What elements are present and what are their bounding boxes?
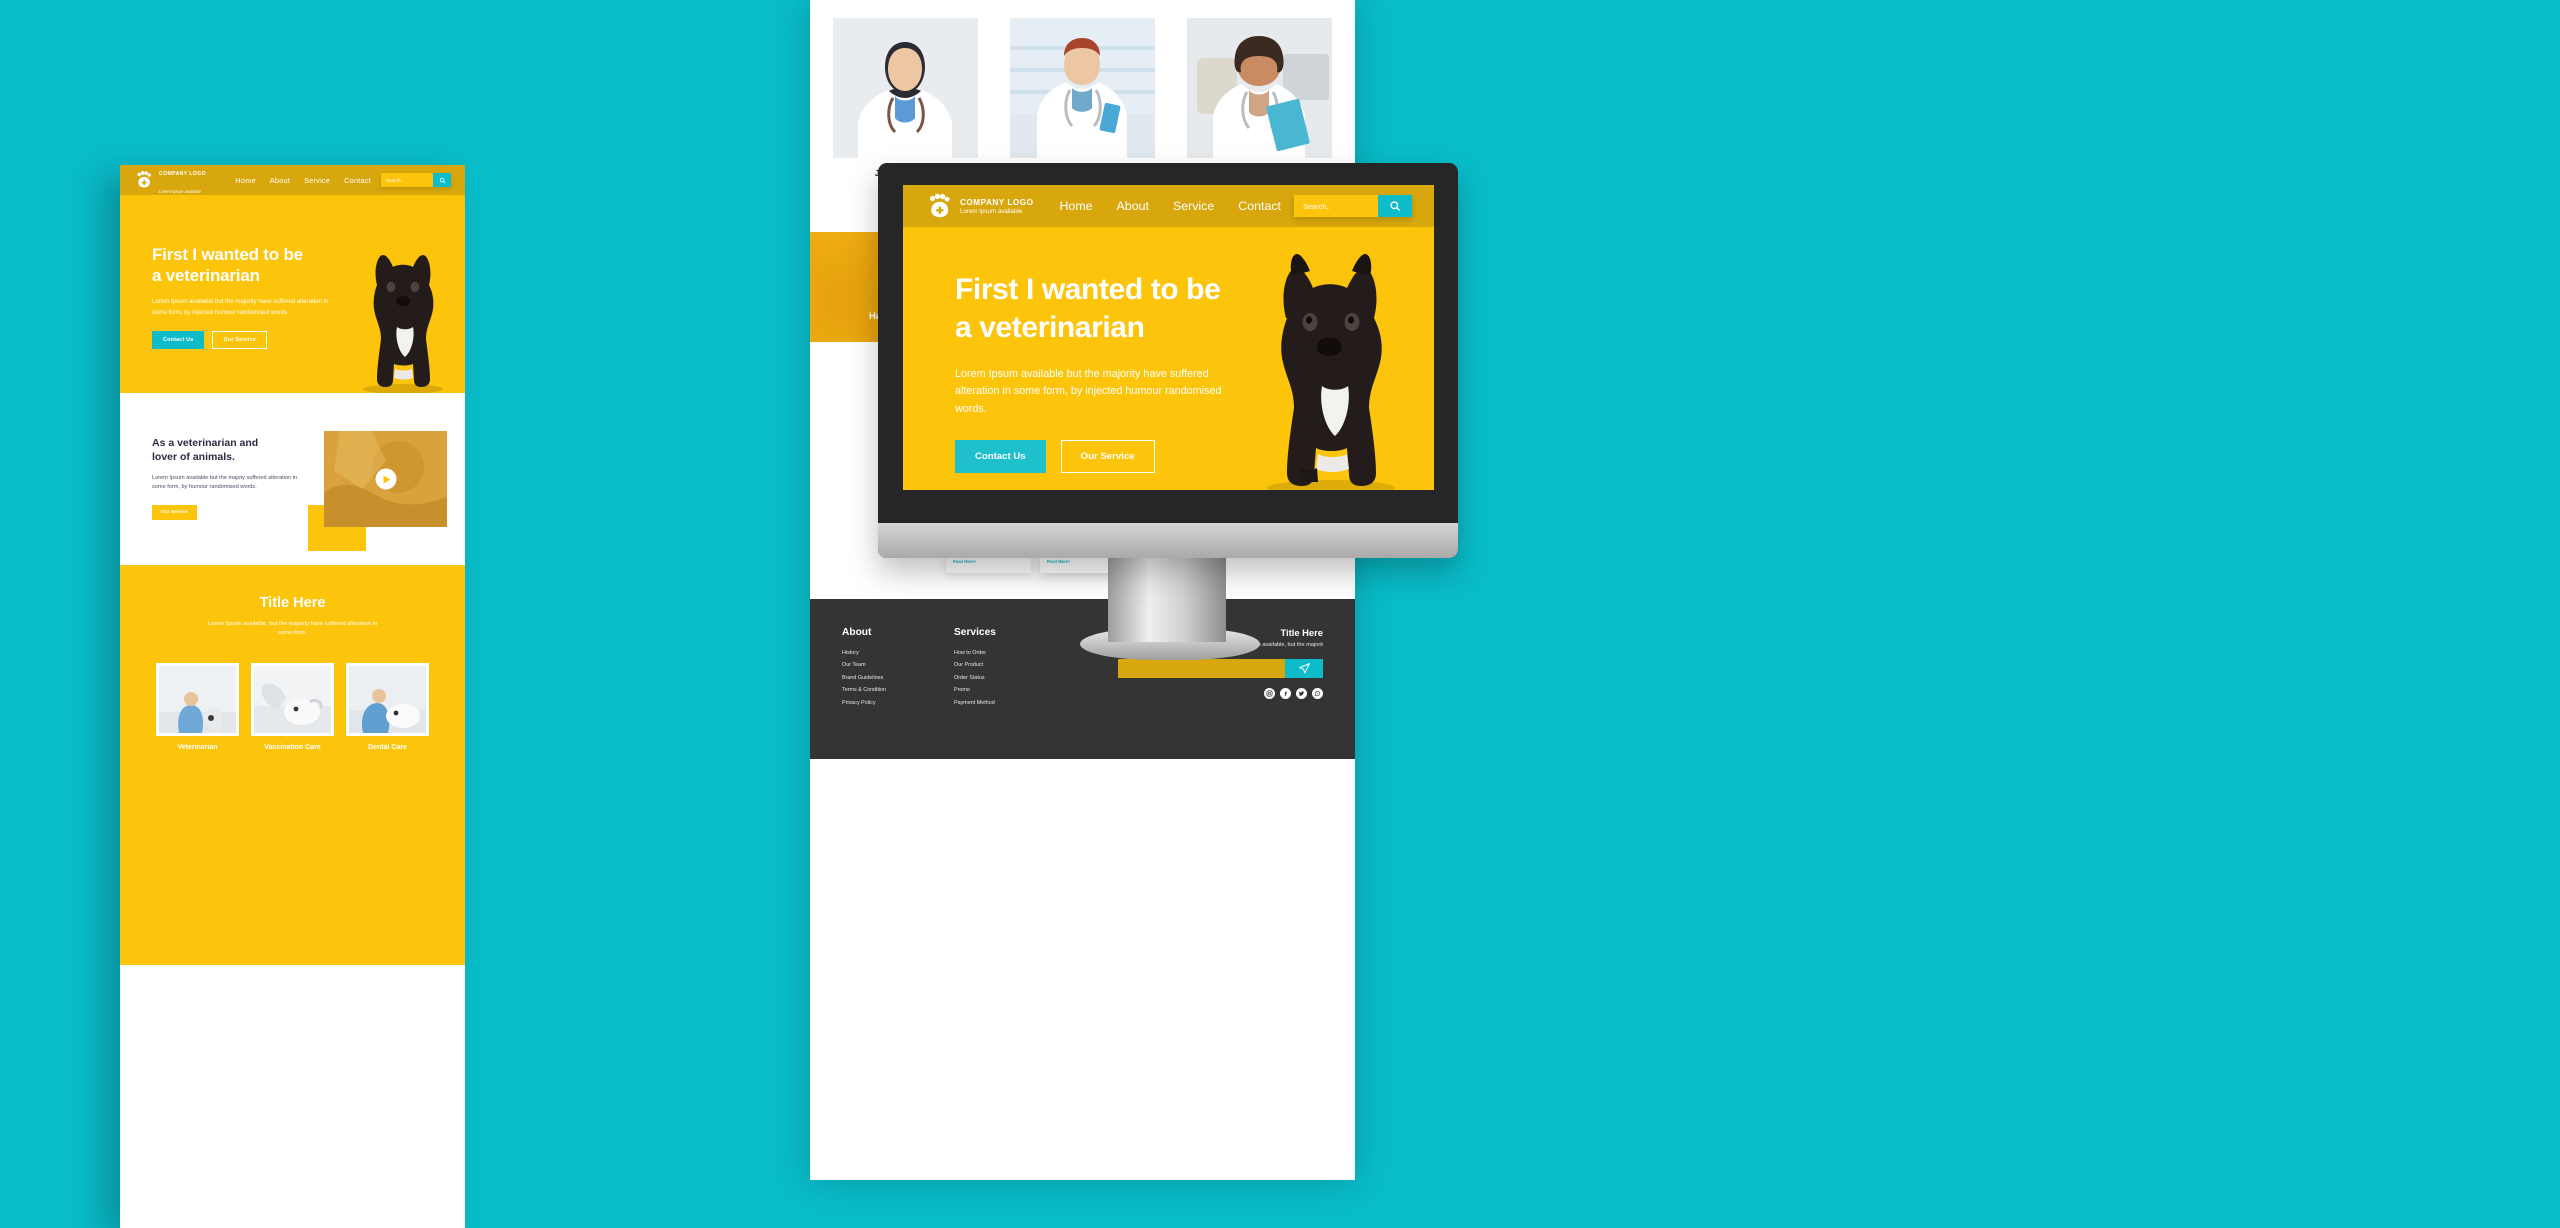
- hero-title-line2: a veterinarian: [152, 265, 260, 285]
- footer-link[interactable]: Our Team: [842, 662, 954, 668]
- footer-services-title: Services: [954, 626, 996, 638]
- brand-logo[interactable]: COMPANY LOGO Lorem Ipsum available: [134, 165, 209, 198]
- about-our-service-button[interactable]: Our Service: [152, 504, 197, 520]
- search-box[interactable]: Search..: [1294, 195, 1412, 217]
- service-card[interactable]: Vaccination Care: [251, 662, 334, 751]
- footer-column-services: Services How to Order Our Product Order …: [954, 627, 1066, 713]
- logo-name: COMPANY LOGO: [960, 197, 1034, 207]
- nav-link-service[interactable]: Service: [304, 176, 330, 185]
- about-title: As a veterinarian and lover of animals.: [152, 437, 312, 465]
- nav-link-about[interactable]: About: [1117, 199, 1149, 213]
- hero-title-line2: a veterinarian: [955, 310, 1145, 344]
- left-hero: First I wanted to be a veterinarian Lore…: [120, 195, 465, 393]
- footer-column-about: About History Our Team Brand Guidelines …: [842, 627, 954, 713]
- nav-link-contact[interactable]: Contact: [344, 176, 371, 185]
- send-icon: [1298, 662, 1310, 674]
- service-label: Dental Care: [368, 743, 407, 751]
- mockup-mobile-page: COMPANY LOGO Lorem Ipsum available Home …: [120, 165, 465, 1228]
- service-photo: [349, 665, 426, 733]
- footer-social-links: [1118, 687, 1323, 699]
- bulldog-photo: [363, 255, 443, 393]
- desktop-hero: First I wanted to be a veterinarian Lore…: [903, 227, 1434, 490]
- hero-title-line1: First I wanted to be: [955, 273, 1221, 306]
- left-navbar: COMPANY LOGO Lorem Ipsum available Home …: [120, 165, 465, 195]
- nav-link-home[interactable]: Home: [235, 176, 256, 185]
- footer-link[interactable]: How to Order: [954, 650, 1066, 656]
- play-button[interactable]: [375, 468, 396, 490]
- nav-link-about[interactable]: About: [270, 176, 290, 185]
- facebook-icon[interactable]: [1280, 687, 1291, 699]
- service-photo-frame: [251, 662, 334, 736]
- footer-link[interactable]: History: [842, 650, 954, 656]
- footer-link[interactable]: Payment Method: [954, 700, 1066, 706]
- left-services-section: Title Here Lorem Ipsum available, but th…: [120, 565, 465, 965]
- service-photo-frame: [156, 662, 239, 736]
- about-title-line1: As a veterinarian and: [152, 437, 259, 449]
- video-thumbnail[interactable]: [308, 431, 447, 551]
- search-input[interactable]: Search..: [381, 173, 433, 187]
- newsletter-form: [1118, 658, 1323, 678]
- nav-link-home[interactable]: Home: [1059, 199, 1092, 213]
- footer-link[interactable]: Our Product: [954, 662, 1066, 668]
- nav-link-contact[interactable]: Contact: [1238, 199, 1281, 213]
- search-input[interactable]: Search..: [1294, 195, 1378, 217]
- services-subtitle: Lorem Ipsum available, but the majority …: [207, 621, 378, 637]
- footer-link[interactable]: Promo: [954, 687, 1066, 693]
- team-member-photo: [1187, 18, 1332, 158]
- our-service-button[interactable]: Our Service: [1060, 440, 1155, 474]
- service-card[interactable]: Veterinarian: [156, 662, 239, 751]
- footer-link[interactable]: Order Status: [954, 675, 1066, 681]
- desktop-navbar: COMPANY LOGO Lorem Ipsum available Home …: [903, 185, 1434, 227]
- contact-us-button[interactable]: Contact Us: [955, 440, 1046, 474]
- service-photo-frame: [346, 662, 429, 736]
- monitor-chin: [878, 523, 1458, 558]
- service-label: Veterinarian: [177, 743, 218, 751]
- hero-title-line1: First I wanted to be: [152, 245, 303, 264]
- services-title: Title Here: [259, 595, 326, 611]
- hero-body: Lorem Ipsum available but the majority h…: [152, 298, 329, 316]
- logo-tagline: Lorem Ipsum available: [960, 207, 1023, 215]
- about-body: Lorem Ipsum available but the majoty suf…: [152, 474, 298, 491]
- site-footer: About History Our Team Brand Guidelines …: [810, 598, 1355, 759]
- footer-link[interactable]: Terms & Condition: [842, 687, 954, 693]
- hero-body: Lorem Ipsum available but the majority h…: [955, 368, 1222, 415]
- service-card[interactable]: Dental Care: [346, 662, 429, 751]
- desktop-nav-links: Home About Service Contact: [1059, 199, 1280, 213]
- our-service-button[interactable]: Our Service: [212, 330, 267, 349]
- footer-about-title: About: [842, 626, 872, 638]
- newsletter-send-button[interactable]: [1285, 658, 1323, 678]
- poster-canvas: COMPANY LOGO Lorem Ipsum available Home …: [0, 0, 2560, 1228]
- team-member-photo: [833, 18, 978, 158]
- nav-link-service[interactable]: Service: [1173, 199, 1214, 213]
- instagram-icon[interactable]: [1264, 687, 1275, 699]
- about-title-line2: lover of animals.: [152, 450, 235, 463]
- search-button[interactable]: [1378, 195, 1412, 217]
- left-nav-links: Home About Service Contact: [235, 176, 371, 185]
- play-icon: [383, 475, 390, 483]
- paw-logo-icon: [134, 170, 154, 190]
- monitor-stand: [1108, 556, 1226, 642]
- logo-tagline: Lorem Ipsum available: [159, 189, 202, 194]
- footer-link[interactable]: Brand Guidelines: [842, 675, 954, 681]
- services-card-row: Veterinarian Vaccination Care Dental Car…: [120, 662, 465, 751]
- twitter-icon[interactable]: [1296, 687, 1307, 699]
- paw-logo-icon: [925, 192, 954, 221]
- search-box[interactable]: Search..: [381, 173, 451, 187]
- left-about-section: As a veterinarian and lover of animals. …: [120, 393, 465, 565]
- contact-us-button[interactable]: Contact Us: [152, 330, 205, 349]
- service-photo: [159, 665, 236, 733]
- whatsapp-icon[interactable]: [1312, 687, 1323, 699]
- team-member-photo: [1010, 18, 1155, 158]
- monitor-screen: COMPANY LOGO Lorem Ipsum available Home …: [903, 185, 1434, 490]
- newsletter-input[interactable]: [1118, 658, 1285, 678]
- read-more-link[interactable]: Read More+: [953, 559, 1024, 564]
- footer-link[interactable]: Privacy Policy: [842, 700, 954, 706]
- service-label: Vaccination Care: [264, 743, 321, 751]
- logo-name: COMPANY LOGO: [159, 171, 206, 177]
- bulldog-photo: [1267, 254, 1395, 490]
- service-photo: [254, 665, 331, 733]
- search-button[interactable]: [433, 173, 451, 187]
